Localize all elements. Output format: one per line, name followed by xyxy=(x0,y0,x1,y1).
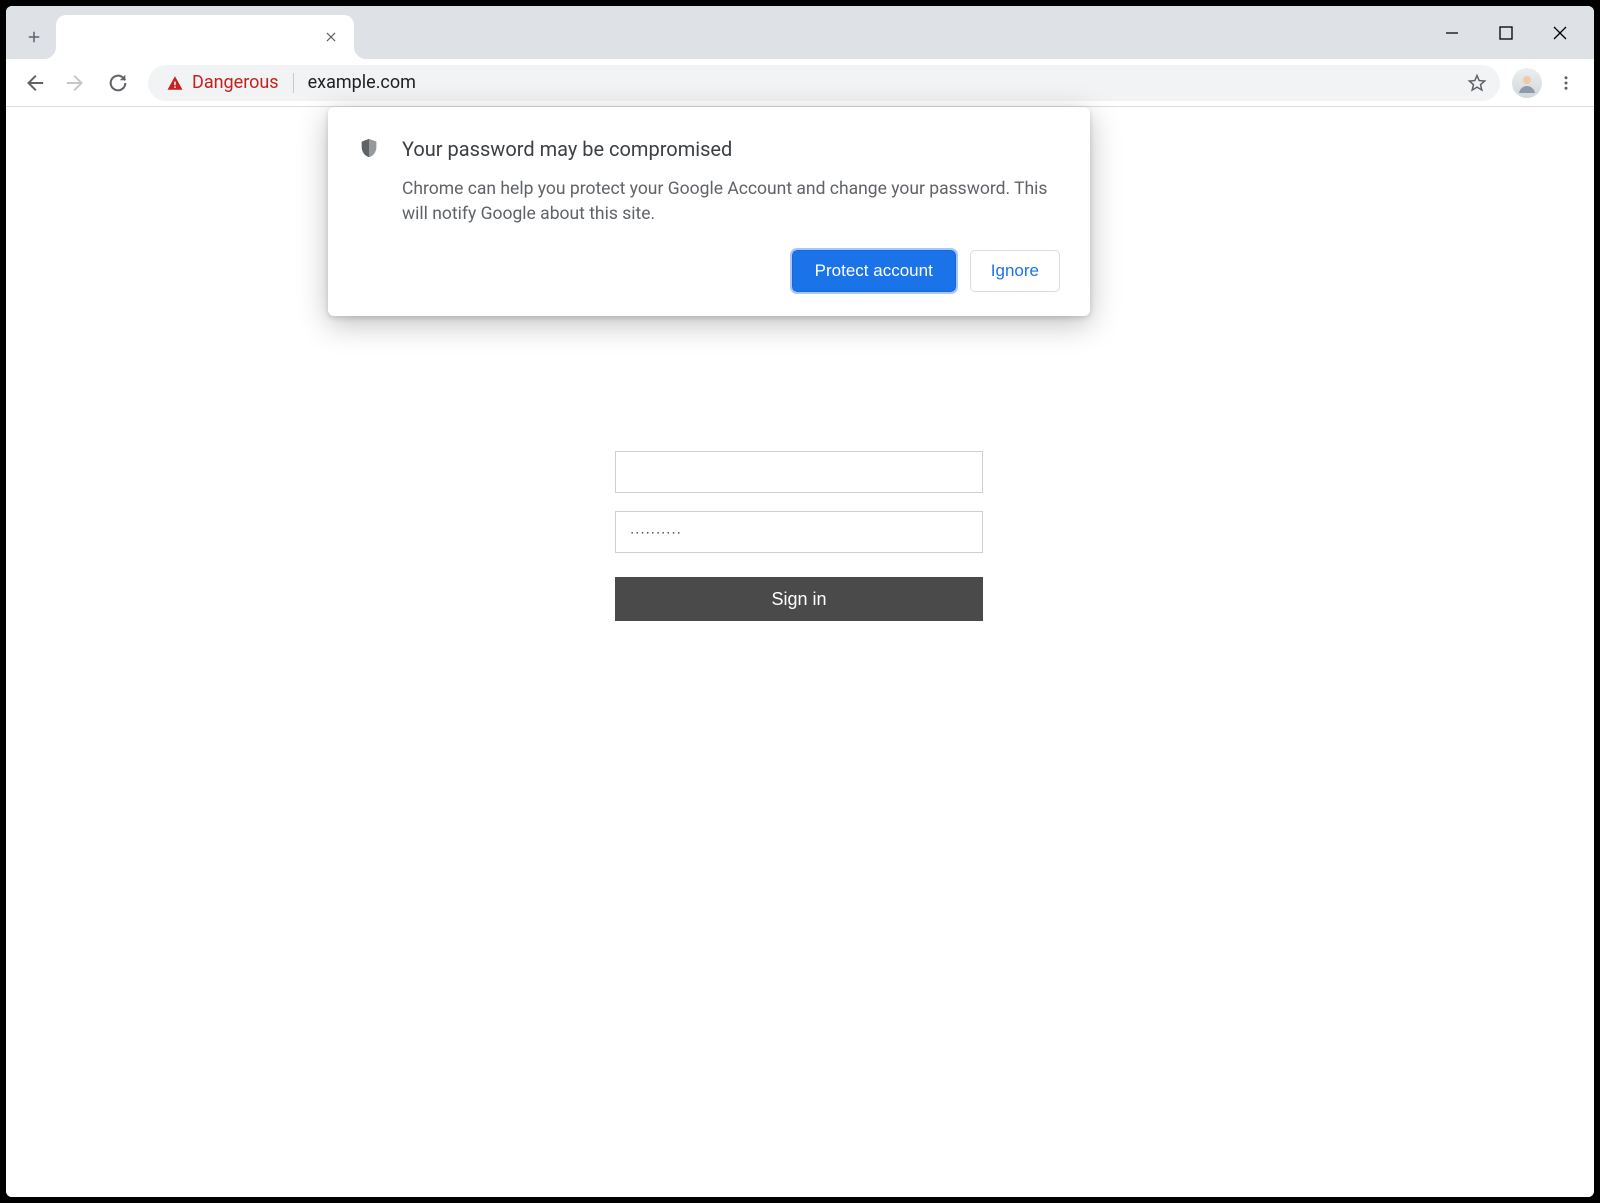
toolbar: Dangerous example.com xyxy=(6,59,1594,107)
tab-strip xyxy=(6,6,1594,59)
login-form: Sign in xyxy=(615,451,985,621)
kebab-menu-icon xyxy=(1557,74,1575,92)
browser-tab[interactable] xyxy=(56,15,354,59)
omnibox-separator xyxy=(293,73,294,93)
maximize-icon xyxy=(1499,26,1513,40)
app-menu-button[interactable] xyxy=(1548,65,1584,101)
bubble-actions: Protect account Ignore xyxy=(358,250,1060,292)
bookmark-star-button[interactable] xyxy=(1462,68,1492,98)
browser-window: Dangerous example.com Sign in xyxy=(6,6,1594,1197)
close-icon xyxy=(1552,25,1568,41)
sign-in-button[interactable]: Sign in xyxy=(615,577,983,621)
forward-button[interactable] xyxy=(58,65,94,101)
window-controls xyxy=(1438,6,1588,59)
reload-button[interactable] xyxy=(100,65,136,101)
close-icon xyxy=(324,30,338,44)
back-button[interactable] xyxy=(16,65,52,101)
minimize-icon xyxy=(1444,25,1460,41)
omnibox-url: example.com xyxy=(308,72,416,93)
omnibox[interactable]: Dangerous example.com xyxy=(148,65,1500,101)
arrow-right-icon xyxy=(65,72,87,94)
bubble-title: Your password may be compromised xyxy=(402,135,732,163)
security-chip[interactable]: Dangerous xyxy=(166,72,279,93)
window-close-button[interactable] xyxy=(1546,19,1574,47)
profile-avatar-button[interactable] xyxy=(1512,68,1542,98)
reload-icon xyxy=(107,72,129,94)
protect-account-button[interactable]: Protect account xyxy=(792,250,956,292)
plus-icon xyxy=(25,28,43,46)
password-input[interactable] xyxy=(615,511,983,553)
window-maximize-button[interactable] xyxy=(1492,19,1520,47)
security-label: Dangerous xyxy=(192,72,279,93)
window-minimize-button[interactable] xyxy=(1438,19,1466,47)
password-alert-bubble: Your password may be compromised Chrome … xyxy=(328,107,1090,316)
ignore-button[interactable]: Ignore xyxy=(970,250,1060,292)
avatar-icon xyxy=(1515,71,1539,95)
username-input[interactable] xyxy=(615,451,983,493)
warning-triangle-icon xyxy=(166,74,184,92)
star-icon xyxy=(1467,73,1487,93)
shield-icon xyxy=(358,137,380,163)
tab-close-button[interactable] xyxy=(322,28,340,46)
page-content: Sign in Your password may be compromised… xyxy=(6,107,1594,1197)
arrow-left-icon xyxy=(23,72,45,94)
bubble-body: Chrome can help you protect your Google … xyxy=(358,177,1060,226)
